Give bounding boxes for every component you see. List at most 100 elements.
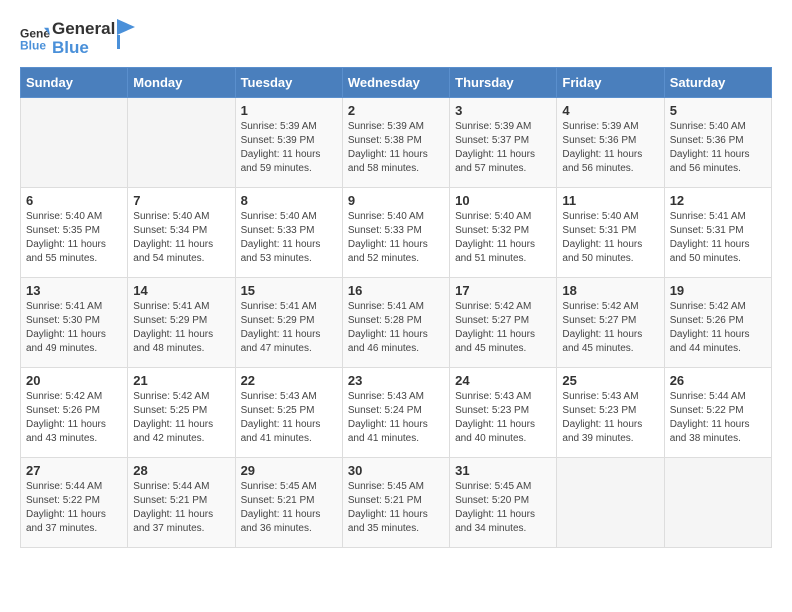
daylight-text: Daylight: 11 hours and 37 minutes. <box>133 509 213 534</box>
daylight-text: Daylight: 11 hours and 50 minutes. <box>670 239 750 264</box>
calendar-cell: 31 Sunrise: 5:45 AM Sunset: 5:20 PM Dayl… <box>450 458 557 548</box>
sunset-text: Sunset: 5:22 PM <box>26 495 100 506</box>
calendar-cell: 20 Sunrise: 5:42 AM Sunset: 5:26 PM Dayl… <box>21 368 128 458</box>
sunrise-text: Sunrise: 5:44 AM <box>133 481 209 492</box>
day-number: 18 <box>562 283 658 298</box>
sunset-text: Sunset: 5:26 PM <box>26 405 100 416</box>
day-number: 3 <box>455 103 551 118</box>
sunset-text: Sunset: 5:26 PM <box>670 315 744 326</box>
calendar-cell: 7 Sunrise: 5:40 AM Sunset: 5:34 PM Dayli… <box>128 188 235 278</box>
day-info: Sunrise: 5:41 AM Sunset: 5:31 PM Dayligh… <box>670 210 766 266</box>
day-number: 24 <box>455 373 551 388</box>
day-number: 23 <box>348 373 444 388</box>
calendar-cell <box>21 98 128 188</box>
calendar-cell: 22 Sunrise: 5:43 AM Sunset: 5:25 PM Dayl… <box>235 368 342 458</box>
day-info: Sunrise: 5:39 AM Sunset: 5:36 PM Dayligh… <box>562 120 658 176</box>
day-info: Sunrise: 5:40 AM Sunset: 5:33 PM Dayligh… <box>241 210 337 266</box>
sunset-text: Sunset: 5:34 PM <box>133 225 207 236</box>
calendar-cell: 18 Sunrise: 5:42 AM Sunset: 5:27 PM Dayl… <box>557 278 664 368</box>
calendar-week-row: 1 Sunrise: 5:39 AM Sunset: 5:39 PM Dayli… <box>21 98 772 188</box>
sunset-text: Sunset: 5:27 PM <box>455 315 529 326</box>
logo-blue: Blue <box>52 39 115 58</box>
daylight-text: Daylight: 11 hours and 52 minutes. <box>348 239 428 264</box>
day-info: Sunrise: 5:44 AM Sunset: 5:21 PM Dayligh… <box>133 480 229 536</box>
day-info: Sunrise: 5:39 AM Sunset: 5:39 PM Dayligh… <box>241 120 337 176</box>
calendar-cell: 1 Sunrise: 5:39 AM Sunset: 5:39 PM Dayli… <box>235 98 342 188</box>
logo-general: General <box>52 20 115 39</box>
day-number: 12 <box>670 193 766 208</box>
sunset-text: Sunset: 5:25 PM <box>241 405 315 416</box>
day-info: Sunrise: 5:42 AM Sunset: 5:25 PM Dayligh… <box>133 390 229 446</box>
logo: General Blue General Blue <box>20 20 135 57</box>
day-number: 10 <box>455 193 551 208</box>
calendar-cell: 4 Sunrise: 5:39 AM Sunset: 5:36 PM Dayli… <box>557 98 664 188</box>
day-info: Sunrise: 5:43 AM Sunset: 5:25 PM Dayligh… <box>241 390 337 446</box>
daylight-text: Daylight: 11 hours and 41 minutes. <box>348 419 428 444</box>
weekday-header-tuesday: Tuesday <box>235 68 342 98</box>
sunset-text: Sunset: 5:21 PM <box>241 495 315 506</box>
day-number: 11 <box>562 193 658 208</box>
calendar-cell: 26 Sunrise: 5:44 AM Sunset: 5:22 PM Dayl… <box>664 368 771 458</box>
day-info: Sunrise: 5:40 AM Sunset: 5:35 PM Dayligh… <box>26 210 122 266</box>
sunset-text: Sunset: 5:38 PM <box>348 135 422 146</box>
sunrise-text: Sunrise: 5:41 AM <box>670 211 746 222</box>
day-info: Sunrise: 5:43 AM Sunset: 5:23 PM Dayligh… <box>455 390 551 446</box>
day-info: Sunrise: 5:40 AM Sunset: 5:34 PM Dayligh… <box>133 210 229 266</box>
daylight-text: Daylight: 11 hours and 43 minutes. <box>26 419 106 444</box>
day-info: Sunrise: 5:42 AM Sunset: 5:27 PM Dayligh… <box>455 300 551 356</box>
weekday-header-sunday: Sunday <box>21 68 128 98</box>
sunset-text: Sunset: 5:31 PM <box>670 225 744 236</box>
calendar-cell: 15 Sunrise: 5:41 AM Sunset: 5:29 PM Dayl… <box>235 278 342 368</box>
sunrise-text: Sunrise: 5:39 AM <box>241 121 317 132</box>
sunset-text: Sunset: 5:27 PM <box>562 315 636 326</box>
sunrise-text: Sunrise: 5:39 AM <box>348 121 424 132</box>
calendar-cell: 19 Sunrise: 5:42 AM Sunset: 5:26 PM Dayl… <box>664 278 771 368</box>
day-number: 15 <box>241 283 337 298</box>
calendar-cell: 28 Sunrise: 5:44 AM Sunset: 5:21 PM Dayl… <box>128 458 235 548</box>
calendar-cell: 27 Sunrise: 5:44 AM Sunset: 5:22 PM Dayl… <box>21 458 128 548</box>
svg-text:Blue: Blue <box>20 38 46 52</box>
sunset-text: Sunset: 5:33 PM <box>348 225 422 236</box>
day-number: 8 <box>241 193 337 208</box>
daylight-text: Daylight: 11 hours and 56 minutes. <box>562 149 642 174</box>
day-info: Sunrise: 5:45 AM Sunset: 5:21 PM Dayligh… <box>241 480 337 536</box>
sunset-text: Sunset: 5:24 PM <box>348 405 422 416</box>
calendar-cell: 24 Sunrise: 5:43 AM Sunset: 5:23 PM Dayl… <box>450 368 557 458</box>
sunset-text: Sunset: 5:36 PM <box>562 135 636 146</box>
day-number: 20 <box>26 373 122 388</box>
day-info: Sunrise: 5:40 AM Sunset: 5:36 PM Dayligh… <box>670 120 766 176</box>
day-number: 26 <box>670 373 766 388</box>
daylight-text: Daylight: 11 hours and 45 minutes. <box>562 329 642 354</box>
sunset-text: Sunset: 5:23 PM <box>455 405 529 416</box>
sunset-text: Sunset: 5:20 PM <box>455 495 529 506</box>
day-number: 2 <box>348 103 444 118</box>
sunset-text: Sunset: 5:23 PM <box>562 405 636 416</box>
day-info: Sunrise: 5:45 AM Sunset: 5:20 PM Dayligh… <box>455 480 551 536</box>
day-number: 30 <box>348 463 444 478</box>
sunset-text: Sunset: 5:25 PM <box>133 405 207 416</box>
sunset-text: Sunset: 5:39 PM <box>241 135 315 146</box>
sunrise-text: Sunrise: 5:44 AM <box>26 481 102 492</box>
calendar-cell: 23 Sunrise: 5:43 AM Sunset: 5:24 PM Dayl… <box>342 368 449 458</box>
calendar-table: SundayMondayTuesdayWednesdayThursdayFrid… <box>20 67 772 548</box>
sunrise-text: Sunrise: 5:40 AM <box>455 211 531 222</box>
day-info: Sunrise: 5:42 AM Sunset: 5:27 PM Dayligh… <box>562 300 658 356</box>
calendar-cell: 6 Sunrise: 5:40 AM Sunset: 5:35 PM Dayli… <box>21 188 128 278</box>
calendar-week-row: 27 Sunrise: 5:44 AM Sunset: 5:22 PM Dayl… <box>21 458 772 548</box>
day-number: 21 <box>133 373 229 388</box>
day-number: 6 <box>26 193 122 208</box>
day-number: 1 <box>241 103 337 118</box>
day-info: Sunrise: 5:40 AM Sunset: 5:32 PM Dayligh… <box>455 210 551 266</box>
daylight-text: Daylight: 11 hours and 40 minutes. <box>455 419 535 444</box>
calendar-week-row: 6 Sunrise: 5:40 AM Sunset: 5:35 PM Dayli… <box>21 188 772 278</box>
sunrise-text: Sunrise: 5:41 AM <box>133 301 209 312</box>
calendar-cell: 5 Sunrise: 5:40 AM Sunset: 5:36 PM Dayli… <box>664 98 771 188</box>
sunset-text: Sunset: 5:37 PM <box>455 135 529 146</box>
sunset-text: Sunset: 5:29 PM <box>241 315 315 326</box>
sunrise-text: Sunrise: 5:43 AM <box>562 391 638 402</box>
daylight-text: Daylight: 11 hours and 34 minutes. <box>455 509 535 534</box>
sunrise-text: Sunrise: 5:41 AM <box>241 301 317 312</box>
calendar-cell: 30 Sunrise: 5:45 AM Sunset: 5:21 PM Dayl… <box>342 458 449 548</box>
calendar-cell: 8 Sunrise: 5:40 AM Sunset: 5:33 PM Dayli… <box>235 188 342 278</box>
sunrise-text: Sunrise: 5:42 AM <box>26 391 102 402</box>
